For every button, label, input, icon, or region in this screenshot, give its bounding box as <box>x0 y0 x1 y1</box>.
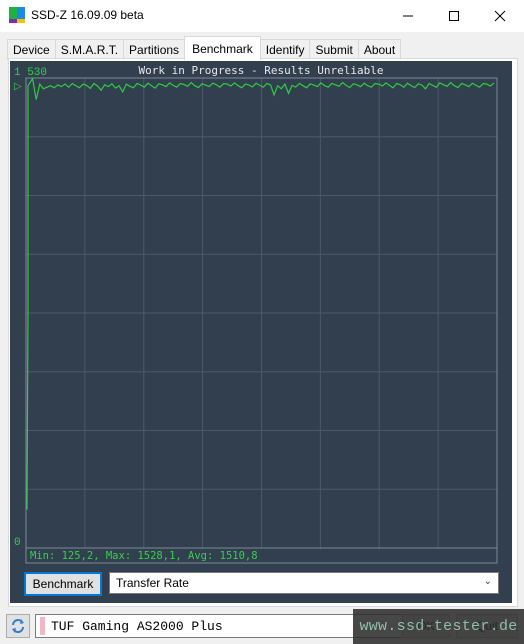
y-min-label: 0 <box>14 537 21 549</box>
tab-submit[interactable]: Submit <box>309 39 359 60</box>
minimize-icon <box>403 15 413 16</box>
tab-partitions[interactable]: Partitions <box>123 39 186 60</box>
benchmark-mode-value: Transfer Rate <box>116 576 189 590</box>
close-icon <box>494 10 506 21</box>
chart-grid <box>26 78 497 548</box>
refresh-icon <box>12 619 24 633</box>
drive-name: TUF Gaming AS2000 Plus <box>51 618 223 634</box>
watermark: www.ssd-tester.de <box>353 609 524 644</box>
y-max-label: 1 530 <box>14 67 47 79</box>
tab-identify[interactable]: Identify <box>259 39 311 60</box>
chart-title: Work in Progress - Results Unreliable <box>138 64 383 77</box>
position-marker-icon: ▷ <box>14 81 22 92</box>
app-logo-icon <box>9 7 25 23</box>
drive-color-marker <box>40 617 45 635</box>
series-layer <box>26 76 495 510</box>
tab-about[interactable]: About <box>357 39 402 60</box>
chevron-down-icon: ⌄ <box>483 576 492 587</box>
tab-benchmark[interactable]: Benchmark <box>184 36 261 60</box>
benchmark-mode-select[interactable]: Transfer Rate ⌄ <box>109 572 499 594</box>
maximize-button[interactable] <box>431 0 477 31</box>
tab-smart[interactable]: S.M.A.R.T. <box>54 39 125 60</box>
transfer-rate-chart: 1 530 Work in Progress - Results Unrelia… <box>14 64 498 564</box>
tab-bar: Device S.M.A.R.T. Partitions Benchmark I… <box>7 36 402 60</box>
series-line-transfer-rate <box>26 76 495 510</box>
minimize-button[interactable] <box>385 0 431 31</box>
window-title: SSD-Z 16.09.09 beta <box>31 8 144 22</box>
maximize-icon <box>449 10 459 21</box>
refresh-button[interactable] <box>6 614 30 638</box>
title-bar: SSD-Z 16.09.09 beta <box>0 0 524 32</box>
benchmark-button[interactable]: Benchmark <box>24 572 102 596</box>
tab-device[interactable]: Device <box>7 39 56 60</box>
benchmark-summary: Min: 125,2, Max: 1528,1, Avg: 1510,8 <box>30 550 258 562</box>
close-button[interactable] <box>477 0 523 31</box>
benchmark-area: 1 530 Work in Progress - Results Unrelia… <box>10 61 512 603</box>
